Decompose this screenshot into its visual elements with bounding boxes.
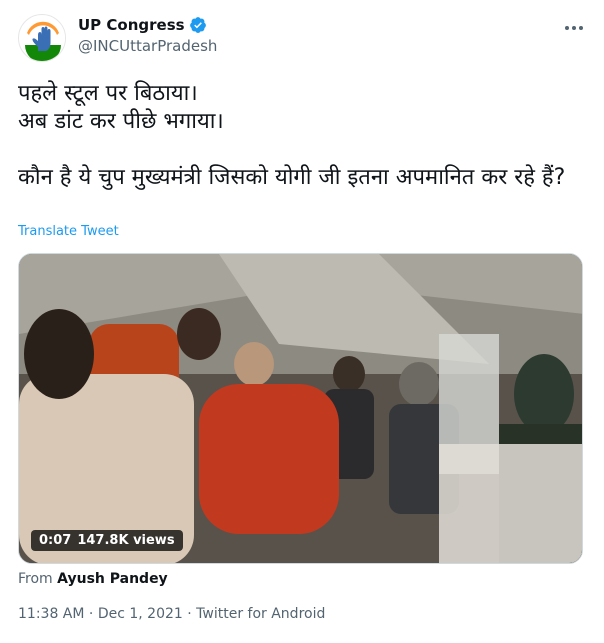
avatar[interactable] [18,14,66,62]
meta-separator: · [88,606,98,622]
translate-tweet-link[interactable]: Translate Tweet [18,224,119,239]
video-views: 147.8K views [77,533,175,548]
video-stats-badge: 0:07 147.8K views [31,530,183,551]
tweet-text: पहले स्टूल पर बिठाया। अब डांट कर पीछे भग… [18,80,588,192]
video-frame [19,254,582,563]
tweet-line: अब डांट कर पीछे भगाया। [18,109,224,134]
tweet-time[interactable]: 11:38 AM [18,606,89,622]
attribution-name[interactable]: Ayush Pandey [57,571,168,587]
tweet-date[interactable]: Dec 1, 2021 [98,606,187,622]
tweet-meta: 11:38 AM · Dec 1, 2021 · Twitter for And… [18,606,325,622]
author-block: UP Congress @INCUttarPradesh [78,16,217,55]
more-options-icon[interactable] [562,18,586,38]
verified-badge-icon [189,17,206,33]
video-player[interactable]: 0:07 147.8K views [18,253,583,564]
video-duration: 0:07 [39,533,72,548]
attribution-prefix: From [18,571,58,587]
author-handle[interactable]: @INCUttarPradesh [78,37,217,55]
tweet-source: Twitter for Android [196,606,326,622]
meta-separator: · [187,606,197,622]
video-attribution: From Ayush Pandey [18,571,168,587]
congress-hand-logo-icon [20,16,65,61]
tweet-line: पहले स्टूल पर बिठाया। [18,81,198,106]
tweet-line: कौन है ये चुप मुख्यमंत्री जिसको योगी जी … [18,165,566,190]
tweet-card: UP Congress @INCUttarPradesh पहले स्टूल … [0,0,604,643]
author-name[interactable]: UP Congress [78,16,185,34]
